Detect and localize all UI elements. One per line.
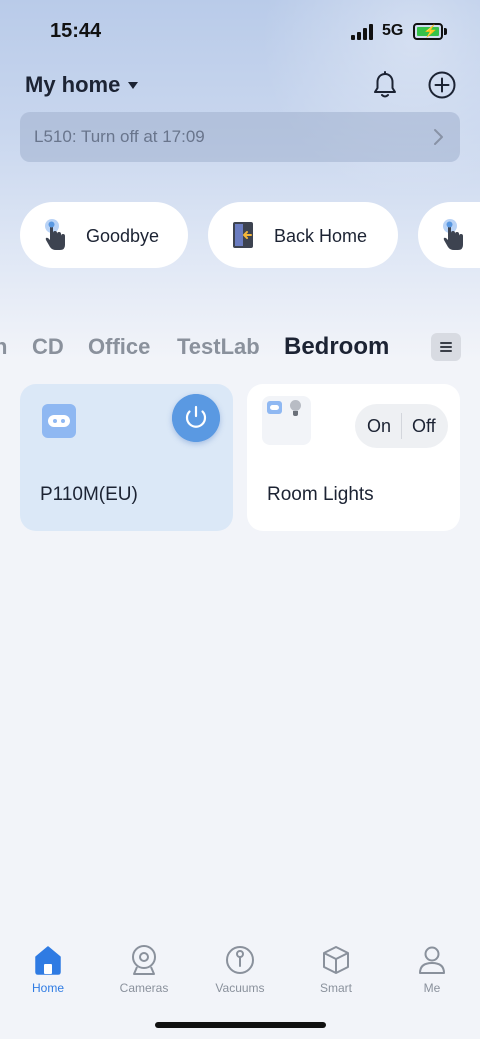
nav-vacuums[interactable]: Vacuums (192, 942, 288, 1002)
smart-plug-icon (42, 404, 76, 438)
chevron-right-icon (434, 129, 443, 145)
tab-office[interactable]: Office (88, 334, 150, 360)
nav-home[interactable]: Home (0, 942, 96, 1002)
nav-label: Smart (319, 981, 352, 995)
on-button[interactable]: On (367, 416, 391, 437)
home-selector[interactable]: My home (25, 72, 139, 98)
bell-icon[interactable] (370, 70, 400, 100)
notice-text: L510: Turn off at 17:09 (34, 127, 205, 146)
scene-label: Back Home (274, 226, 368, 246)
tap-hand-icon (443, 219, 463, 250)
door-enter-icon (233, 222, 253, 248)
home-title: My home (25, 72, 121, 97)
nav-label: Me (423, 981, 441, 995)
plug-mini-icon (267, 401, 282, 414)
battery-tip (444, 28, 447, 35)
signal-icon (351, 24, 375, 40)
device-card-plug[interactable]: P110M(EU) (20, 384, 233, 531)
room-menu-button[interactable] (431, 333, 461, 361)
on-off-toggle: On Off (355, 404, 448, 448)
vacuum-icon (226, 946, 254, 974)
device-name: P110M(EU) (40, 484, 138, 505)
device-group-icon (262, 396, 311, 445)
caret-down-icon (128, 81, 139, 89)
scene-label: Goodbye (86, 226, 160, 246)
off-button[interactable]: Off (412, 416, 436, 437)
power-button[interactable] (172, 394, 220, 442)
room-tabs: n CD Office TestLab Bedroom (0, 330, 420, 366)
device-card-group[interactable]: On Off Room Lights (247, 384, 460, 531)
tab-testlab[interactable]: TestLab (177, 334, 260, 360)
nav-cameras[interactable]: Cameras (96, 942, 192, 1002)
device-name: Room Lights (267, 484, 374, 505)
bulb-icon (290, 400, 301, 416)
add-icon[interactable] (427, 70, 457, 100)
status-time: 15:44 (50, 20, 102, 42)
cube-icon (323, 946, 349, 974)
toggle-divider (401, 413, 402, 439)
scene-partial[interactable] (418, 202, 480, 268)
tab-partial[interactable]: n (0, 334, 7, 360)
nav-label: Home (31, 981, 64, 995)
battery-icon: ⚡ (413, 23, 443, 40)
user-icon (419, 946, 445, 974)
network-label: 5G (382, 22, 404, 39)
tab-cd[interactable]: CD (32, 334, 64, 360)
schedule-notice[interactable]: L510: Turn off at 17:09 (20, 112, 460, 162)
tab-bedroom[interactable]: Bedroom (284, 333, 389, 361)
home-indicator[interactable] (155, 1022, 326, 1028)
status-bar: 15:44 5G ⚡ (0, 0, 480, 64)
tap-hand-icon (45, 219, 65, 250)
nav-smart[interactable]: Smart (288, 942, 384, 1002)
scene-back-home[interactable]: Back Home (208, 202, 398, 268)
scene-goodbye[interactable]: Goodbye (20, 202, 188, 268)
nav-me[interactable]: Me (384, 942, 480, 1002)
camera-icon (132, 945, 156, 975)
home-icon (35, 946, 61, 975)
nav-label: Cameras (119, 981, 169, 995)
nav-label: Vacuums (215, 981, 265, 995)
